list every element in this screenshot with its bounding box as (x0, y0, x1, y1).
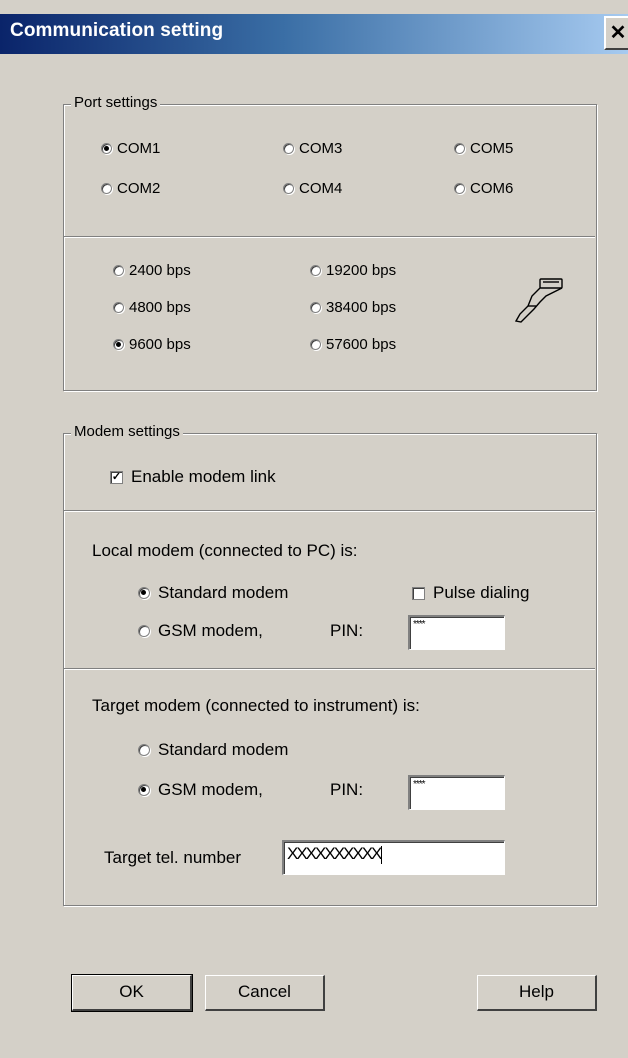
radio-2400-bps[interactable]: 2400 bps (113, 262, 191, 279)
radio-com2[interactable]: COM2 (101, 180, 160, 197)
radio-label: GSM modem, (158, 780, 263, 799)
modem-divider-1 (64, 510, 595, 512)
local-pin-label: PIN: (330, 621, 364, 640)
radio-com5[interactable]: COM5 (454, 140, 513, 157)
radio-indicator (138, 587, 150, 599)
radio-57600-bps[interactable]: 57600 bps (310, 336, 396, 353)
target-modem-heading: Target modem (connected to instrument) i… (92, 696, 420, 715)
ok-button[interactable]: OK (71, 974, 193, 1012)
radio-indicator (310, 265, 321, 276)
local-pin-value: **** (413, 619, 426, 630)
radio-indicator (138, 625, 150, 637)
radio-label: Standard modem (158, 583, 289, 602)
checkbox-label: Enable modem link (131, 467, 276, 486)
title-bar[interactable]: Communication setting ✕ (0, 14, 628, 54)
radio-indicator (113, 302, 124, 313)
radio-indicator (283, 183, 294, 194)
radio-19200-bps[interactable]: 19200 bps (310, 262, 396, 279)
target-tel-number-input[interactable]: XXXXXXXXXX (282, 840, 505, 875)
radio-9600-bps[interactable]: 9600 bps (113, 336, 191, 353)
radio-indicator (454, 143, 465, 154)
serial-cable-icon (514, 278, 563, 323)
close-button[interactable]: ✕ (604, 16, 628, 50)
dialog-title: Communication setting (10, 20, 224, 41)
checkbox-box: ✓ (110, 470, 123, 484)
radio-label: COM3 (299, 140, 343, 157)
radio-label: Standard modem (158, 740, 289, 759)
radio-com1[interactable]: COM1 (101, 140, 160, 157)
radio-label: 9600 bps (129, 336, 191, 353)
text-caret (381, 845, 383, 864)
radio-label: 2400 bps (129, 262, 191, 279)
radio-label: COM4 (299, 180, 343, 197)
radio-com4[interactable]: COM4 (283, 180, 342, 197)
radio-4800-bps[interactable]: 4800 bps (113, 299, 191, 316)
radio-indicator (101, 183, 112, 194)
radio-label: COM5 (470, 140, 514, 157)
radio-38400-bps[interactable]: 38400 bps (310, 299, 396, 316)
radio-indicator (310, 302, 321, 313)
radio-label: 57600 bps (326, 336, 397, 353)
checkbox-label: Pulse dialing (433, 583, 530, 602)
enable-modem-link-checkbox[interactable]: ✓ Enable modem link (110, 467, 276, 487)
radio-indicator (283, 143, 294, 154)
checkbox-box (412, 586, 425, 600)
radio-label: 4800 bps (129, 299, 191, 316)
port-divider (64, 236, 595, 238)
target-pin-value: **** (413, 779, 426, 790)
radio-label: 38400 bps (326, 299, 397, 316)
target-tel-number-value: XXXXXXXXXX (287, 844, 382, 863)
modem-settings-legend: Modem settings (71, 423, 183, 440)
pulse-dialing-checkbox[interactable]: Pulse dialing (412, 583, 529, 603)
help-button[interactable]: Help (477, 975, 597, 1011)
radio-com3[interactable]: COM3 (283, 140, 342, 157)
radio-local-gsm-modem[interactable]: GSM modem, (138, 621, 263, 641)
radio-indicator (113, 265, 124, 276)
target-tel-number-label: Target tel. number (104, 848, 242, 867)
close-icon: ✕ (609, 22, 627, 44)
communication-setting-dialog: Communication setting ✕ Port settings CO… (0, 0, 628, 1058)
local-modem-heading: Local modem (connected to PC) is: (92, 541, 358, 560)
target-pin-label: PIN: (330, 780, 364, 799)
radio-label: COM1 (117, 140, 161, 157)
port-settings-legend: Port settings (71, 94, 161, 111)
radio-target-gsm-modem[interactable]: GSM modem, (138, 780, 263, 800)
radio-label: COM6 (470, 180, 514, 197)
radio-indicator (454, 183, 465, 194)
radio-indicator (101, 143, 112, 154)
modem-divider-2 (64, 668, 595, 670)
radio-local-standard-modem[interactable]: Standard modem (138, 583, 288, 603)
radio-indicator (113, 339, 124, 350)
local-pin-input[interactable]: **** (408, 615, 505, 650)
radio-label: COM2 (117, 180, 161, 197)
cancel-button[interactable]: Cancel (205, 975, 325, 1011)
radio-target-standard-modem[interactable]: Standard modem (138, 740, 288, 760)
radio-label: GSM modem, (158, 621, 263, 640)
radio-com6[interactable]: COM6 (454, 180, 513, 197)
radio-label: 19200 bps (326, 262, 397, 279)
radio-indicator (138, 744, 150, 756)
target-pin-input[interactable]: **** (408, 775, 505, 810)
radio-indicator (310, 339, 321, 350)
radio-indicator (138, 784, 150, 796)
